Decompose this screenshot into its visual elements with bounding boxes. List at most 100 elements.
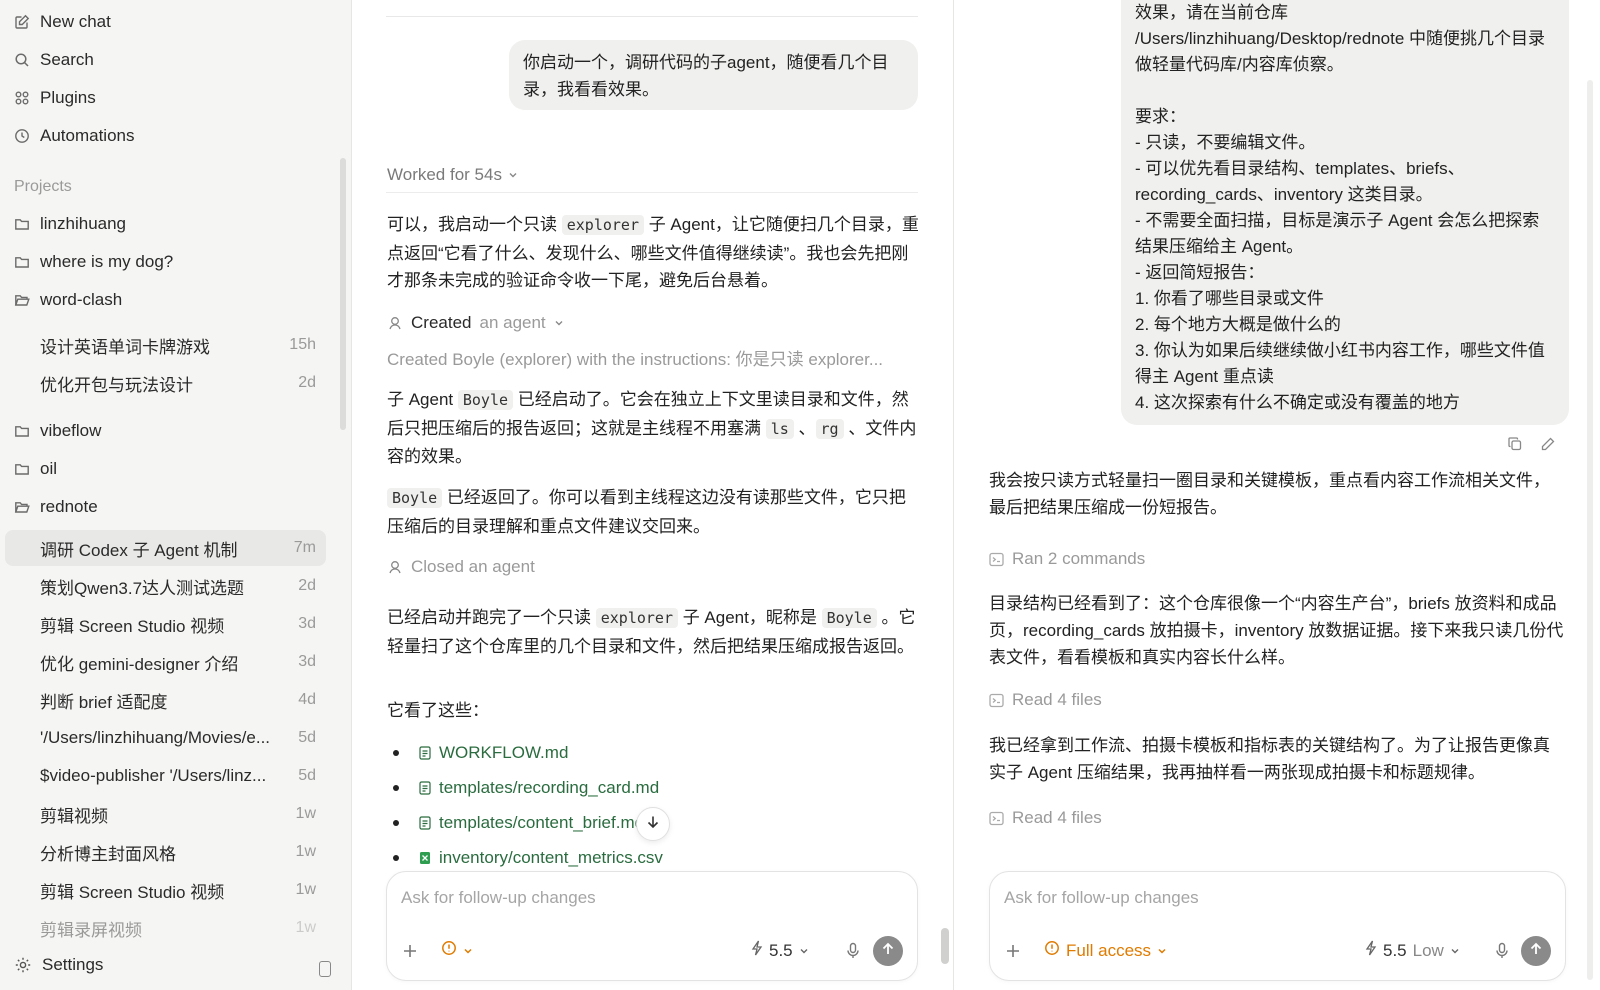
automations-button[interactable]: Automations — [14, 121, 135, 151]
worked-for-toggle[interactable]: Worked for 54s — [387, 165, 518, 185]
search-button[interactable]: Search — [14, 45, 94, 75]
project-label: where is my dog? — [40, 252, 174, 271]
closed-agent-row[interactable]: Closed an agent — [387, 557, 535, 577]
thread-item[interactable]: 判断 brief 适配度 4d — [5, 682, 326, 718]
new-chat-button[interactable]: New chat — [14, 7, 111, 37]
project-linzhihuang[interactable]: linzhihuang — [14, 209, 126, 239]
follow-up-input[interactable]: Ask for follow-up changes — [1004, 888, 1199, 908]
thread-time: 1w — [295, 919, 316, 936]
file-name: inventory/content_metrics.csv — [439, 847, 663, 867]
thread-item[interactable]: 优化 gemini-designer 介绍 3d — [5, 644, 326, 680]
new-chat-icon — [14, 14, 30, 30]
text: 子 Agent，昵称是 — [677, 608, 822, 627]
created-agent-toggle[interactable]: Created an agent — [387, 313, 564, 333]
reasoning-level: Low — [1412, 940, 1444, 960]
terminal-icon — [989, 693, 1004, 708]
right-conversation-pane: 效果，请在当前仓库 /Users/linzhihuang/Desktop/red… — [955, 0, 1600, 990]
project-where-is-my-dog[interactable]: where is my dog? — [14, 247, 173, 277]
model-version: 5.5 — [769, 940, 793, 960]
model-selector[interactable]: 5.5 Low — [1365, 940, 1460, 961]
thread-title: $video-publisher '/Users/linz... — [40, 766, 267, 785]
inline-code: Boyle — [457, 390, 514, 410]
project-vibeflow[interactable]: vibeflow — [14, 416, 101, 446]
thread-item[interactable]: 剪辑 Screen Studio 视频 3d — [5, 606, 326, 642]
send-button[interactable] — [1521, 936, 1551, 966]
ran-commands-toggle[interactable]: Ran 2 commands — [989, 549, 1145, 569]
project-label: oil — [40, 459, 58, 478]
scroll-to-bottom-button[interactable] — [636, 807, 670, 841]
sidebar-toggle-icon[interactable] — [319, 961, 331, 977]
search-icon — [14, 52, 30, 68]
thread-item[interactable]: 剪辑录屏视频 1w — [5, 910, 326, 946]
pane-scrollbar[interactable] — [1587, 80, 1593, 980]
thread-item[interactable]: 剪辑 Screen Studio 视频 1w — [5, 872, 326, 908]
plugins-button[interactable]: Plugins — [14, 83, 96, 113]
bullet — [393, 854, 399, 861]
file-link[interactable]: WORKFLOW.md — [393, 735, 663, 770]
file-link[interactable]: templates/recording_card.md — [393, 770, 663, 805]
send-button[interactable] — [873, 936, 903, 966]
read-files-label: Read 4 files — [1012, 690, 1102, 709]
project-label: vibeflow — [40, 421, 102, 440]
project-rednote[interactable]: rednote — [14, 492, 98, 522]
thread-title: 设计英语单词卡牌游戏 — [40, 337, 210, 357]
read-files-toggle[interactable]: Read 4 files — [989, 690, 1102, 710]
plugins-icon — [14, 90, 30, 106]
settings-button[interactable]: Settings — [14, 955, 103, 975]
sidebar-scrollbar[interactable] — [340, 158, 346, 430]
file-name: templates/content_brief.md — [439, 812, 645, 832]
bullet — [393, 749, 399, 756]
microphone-icon[interactable] — [845, 942, 861, 960]
projects-heading: Projects — [14, 178, 72, 195]
thread-item[interactable]: 策划Qwen3.7达人测试选题 2d — [5, 568, 326, 604]
follow-up-input[interactable]: Ask for follow-up changes — [401, 888, 596, 908]
composer: Ask for follow-up changes 5.5 — [386, 871, 918, 981]
text: 、 — [793, 418, 816, 438]
thread-title: 判断 brief 适配度 — [40, 692, 168, 712]
closed-label: Closed an agent — [411, 557, 535, 576]
thread-item[interactable]: $video-publisher '/Users/linz... 5d — [5, 758, 326, 794]
folder-icon — [14, 423, 30, 439]
inline-code: explorer — [561, 215, 644, 235]
edit-icon[interactable] — [1540, 436, 1556, 452]
automations-label: Automations — [40, 126, 135, 145]
read-files-toggle[interactable]: Read 4 files — [989, 808, 1102, 828]
thread-time: 7m — [293, 539, 316, 556]
pane-scrollbar[interactable] — [941, 928, 949, 964]
thread-item[interactable]: '/Users/linzhihuang/Movies/e... 5d — [5, 720, 326, 756]
file-link[interactable]: inventory/content_metrics.csv — [393, 840, 663, 875]
access-dropdown[interactable]: Full access — [1044, 940, 1167, 961]
permissions-dropdown[interactable] — [441, 940, 473, 961]
file-name: WORKFLOW.md — [439, 742, 569, 762]
thread-item-active[interactable]: 调研 Codex 子 Agent 机制 7m — [5, 530, 326, 566]
thread-item[interactable]: 优化开包与玩法设计 2d — [5, 365, 326, 401]
thread-title: 调研 Codex 子 Agent 机制 — [40, 540, 238, 560]
thread-time: 5d — [298, 767, 316, 784]
file-link[interactable]: templates/content_brief.md — [393, 805, 663, 840]
arrow-up-icon — [1529, 942, 1543, 961]
thread-time: 15h — [289, 336, 316, 353]
warning-icon — [441, 940, 457, 961]
model-selector[interactable]: 5.5 — [751, 940, 809, 961]
text: 可以，我启动一个只读 — [387, 215, 562, 234]
copy-icon[interactable] — [1507, 436, 1523, 452]
text: 已经启动并跑完了一个只读 — [387, 608, 596, 627]
project-word-clash[interactable]: word-clash — [14, 285, 122, 315]
bolt-icon — [751, 940, 763, 961]
ran-commands-label: Ran 2 commands — [1012, 549, 1146, 568]
file-name: templates/recording_card.md — [439, 777, 660, 797]
created-sub-label: an agent — [479, 313, 546, 332]
thread-item[interactable]: 分析博主封面风格 1w — [5, 834, 326, 870]
thread-time: 4d — [298, 691, 316, 708]
project-oil[interactable]: oil — [14, 454, 57, 484]
plus-icon[interactable] — [1004, 942, 1022, 960]
model-version: 5.5 — [1383, 940, 1407, 960]
folder-open-icon — [14, 292, 30, 308]
thread-item[interactable]: 设计英语单词卡牌游戏 15h — [5, 327, 326, 363]
plus-icon[interactable] — [401, 942, 419, 960]
thread-time: 3d — [298, 615, 316, 632]
microphone-icon[interactable] — [1494, 942, 1510, 960]
folder-icon — [14, 461, 30, 477]
thread-title: 分析博主封面风格 — [40, 844, 176, 864]
thread-item[interactable]: 剪辑视频 1w — [5, 796, 326, 832]
